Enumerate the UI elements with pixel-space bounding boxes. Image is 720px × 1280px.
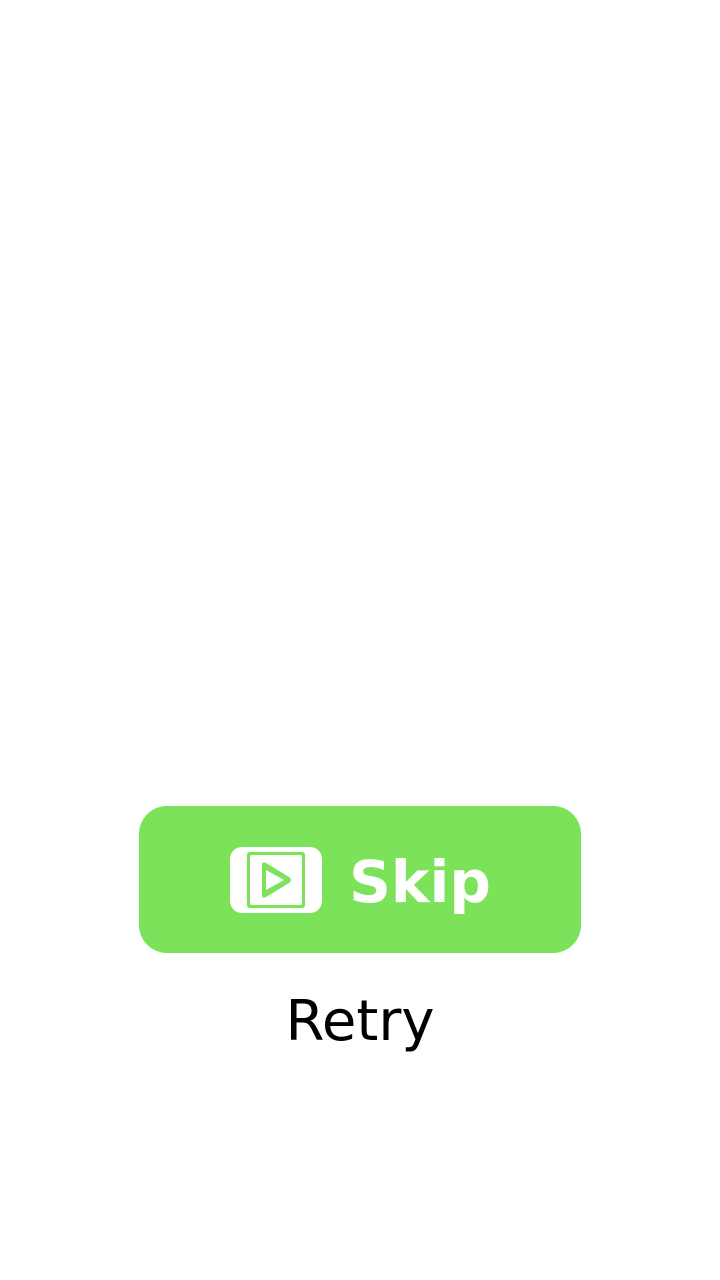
video-play-icon — [230, 846, 323, 913]
skip-button[interactable]: Skip — [139, 806, 581, 953]
ad-screen: Skip Retry — [0, 0, 720, 1280]
skip-label: Skip — [349, 847, 491, 916]
retry-link[interactable]: Retry — [0, 982, 720, 1062]
